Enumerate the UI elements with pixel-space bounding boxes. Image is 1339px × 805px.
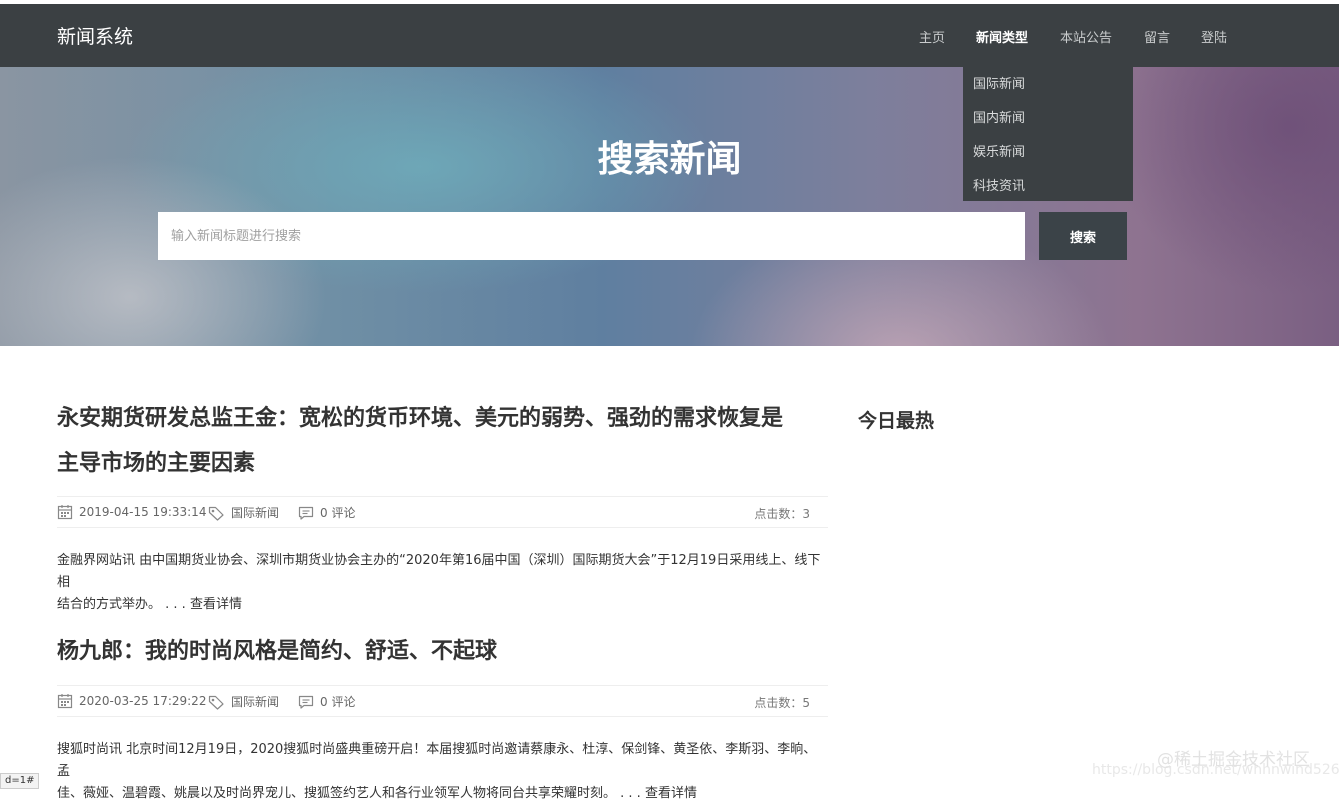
article-comments[interactable]: 0 评论 xyxy=(298,693,355,710)
watermark-brand: @稀土掘金技术社区 xyxy=(1157,750,1310,770)
read-more-link[interactable]: 查看详情 xyxy=(645,786,697,801)
read-more-link[interactable]: 查看详情 xyxy=(190,597,242,612)
article-title[interactable]: 杨九郎：我的时尚风格是简约、舒适、不起球 xyxy=(57,629,822,674)
dropdown-item-tech[interactable]: 科技资讯 xyxy=(973,175,1025,194)
search-input[interactable] xyxy=(158,212,1025,260)
article-comments[interactable]: 0 评论 xyxy=(298,504,355,521)
search-button[interactable]: 搜索 xyxy=(1039,212,1127,260)
nav-item-home[interactable]: 主页 xyxy=(919,27,945,46)
article-meta: 2019-04-15 19:33:14 国际新闻 0 评论 点击数：3 xyxy=(57,496,828,528)
dropdown-item-domestic[interactable]: 国内新闻 xyxy=(973,107,1025,126)
sidebar-hot-today-title: 今日最热 xyxy=(858,410,935,432)
navbar: 新闻系统 主页 新闻类型 本站公告 留言 登陆 xyxy=(0,4,1339,67)
article-title-line[interactable]: 永安期货研发总监王金：宽松的货币环境、美元的弱势、强劲的需求恢复是 xyxy=(57,396,822,441)
corner-debug-tag: d=1# xyxy=(0,773,40,789)
dropdown-item-international[interactable]: 国际新闻 xyxy=(973,73,1025,92)
article-title-line[interactable]: 主导市场的主要因素 xyxy=(57,441,822,486)
article-title[interactable]: 永安期货研发总监王金：宽松的货币环境、美元的弱势、强劲的需求恢复是 主导市场的主… xyxy=(57,396,822,486)
article-date: 2019-04-15 19:33:14 xyxy=(57,504,206,520)
hero-title: 搜索新闻 xyxy=(597,139,742,180)
search-hero: 搜索新闻 搜索 xyxy=(0,67,1339,346)
article-click-count: 点击数：5 xyxy=(754,696,810,710)
news-type-dropdown: 国际新闻 国内新闻 娱乐新闻 科技资讯 xyxy=(963,67,1133,201)
article-summary: 搜狐时尚讯 北京时间12月19日，2020搜狐时尚盛典重磅开启！本届搜狐时尚邀请… xyxy=(57,742,817,801)
article-click-count: 点击数：3 xyxy=(754,507,810,521)
article-meta: 2020-03-25 17:29:22 国际新闻 0 评论 点击数：5 xyxy=(57,685,828,717)
article-category[interactable]: 国际新闻 xyxy=(208,693,279,710)
calendar-icon xyxy=(57,505,73,520)
nav-item-news-types[interactable]: 新闻类型 xyxy=(976,27,1028,46)
dropdown-item-entertainment[interactable]: 娱乐新闻 xyxy=(973,141,1025,160)
article-category[interactable]: 国际新闻 xyxy=(208,504,279,521)
comment-icon xyxy=(298,506,314,520)
article-date: 2020-03-25 17:29:22 xyxy=(57,693,206,709)
nav-item-messages[interactable]: 留言 xyxy=(1144,27,1170,46)
nav-item-login[interactable]: 登陆 xyxy=(1201,27,1227,46)
comment-icon xyxy=(298,695,314,709)
tag-icon xyxy=(208,695,224,710)
article-title-line[interactable]: 杨九郎：我的时尚风格是简约、舒适、不起球 xyxy=(57,629,822,674)
calendar-icon xyxy=(57,694,73,709)
nav-item-announcements[interactable]: 本站公告 xyxy=(1060,27,1112,46)
site-brand[interactable]: 新闻系统 xyxy=(57,22,133,49)
tag-icon xyxy=(208,506,224,521)
article-summary: 金融界网站讯 由中国期货业协会、深圳市期货业协会主办的“2020年第16届中国（… xyxy=(57,553,821,612)
